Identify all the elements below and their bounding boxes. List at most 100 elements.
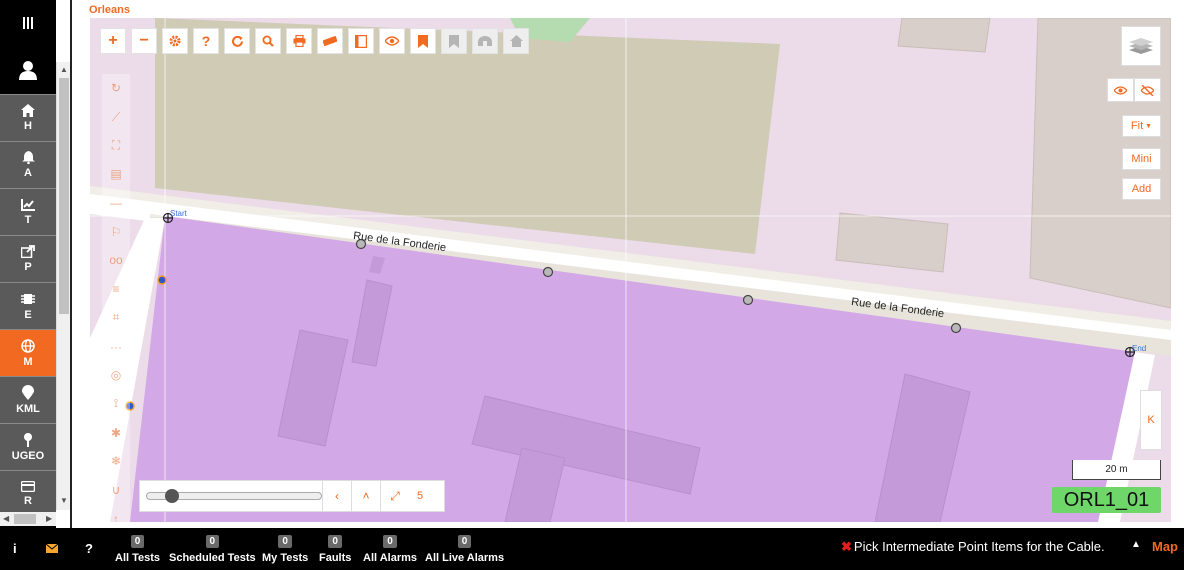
layers-button[interactable] bbox=[1121, 26, 1161, 66]
counter-label: My Tests bbox=[262, 552, 309, 564]
map-background bbox=[90, 18, 1171, 522]
search-icon bbox=[262, 35, 274, 47]
zoom-slider[interactable] bbox=[146, 489, 322, 503]
hide-button[interactable] bbox=[1134, 78, 1161, 102]
counter-label: Scheduled Tests bbox=[169, 552, 256, 564]
fit-button[interactable]: Fit ▼ bbox=[1122, 115, 1161, 137]
scroll-down-icon[interactable]: ▼ bbox=[60, 496, 68, 505]
search-button[interactable] bbox=[255, 28, 281, 54]
target-tool[interactable]: ◎ bbox=[102, 361, 130, 390]
print-button[interactable] bbox=[286, 28, 312, 54]
antenna-tool[interactable]: ⟟ bbox=[102, 390, 130, 419]
menu-icon[interactable] bbox=[0, 0, 56, 46]
house-button[interactable] bbox=[503, 28, 529, 54]
scheduled-tests-counter[interactable]: 0 Scheduled Tests bbox=[169, 535, 256, 564]
tunnel-button[interactable] bbox=[472, 28, 498, 54]
caret-up-icon[interactable]: ▲ bbox=[1131, 539, 1141, 550]
zoom-in-button[interactable]: + bbox=[100, 28, 126, 54]
all-tests-counter[interactable]: 0 All Tests bbox=[115, 535, 160, 564]
faults-counter[interactable]: 0 Faults bbox=[319, 535, 351, 564]
bookmark-icon bbox=[449, 34, 459, 48]
end-label: End bbox=[1132, 344, 1147, 353]
sidebar-item-m[interactable]: M bbox=[0, 329, 56, 376]
expand-button[interactable]: ⤢ bbox=[380, 481, 409, 511]
tunnel-icon bbox=[478, 36, 492, 46]
line-icon: — bbox=[110, 196, 122, 211]
sidebar-vertical-scrollbar[interactable]: ▲ ▼ bbox=[56, 62, 70, 510]
prev-button[interactable]: ‹ bbox=[322, 481, 351, 511]
help-button[interactable]: ? bbox=[193, 28, 219, 54]
target-icon: ◎ bbox=[110, 368, 122, 383]
k-button[interactable]: K bbox=[1140, 390, 1162, 450]
scroll-right-icon[interactable]: ▶ bbox=[46, 514, 52, 523]
info-icon[interactable]: i bbox=[13, 541, 17, 556]
sidebar-item-kml[interactable]: KML bbox=[0, 376, 56, 423]
frame-tool[interactable]: ⌗ bbox=[102, 304, 130, 333]
expand-tool[interactable]: ⛶ bbox=[102, 131, 130, 160]
asterisk-tool[interactable]: ✱ bbox=[102, 418, 130, 447]
up-button[interactable]: ˄ bbox=[351, 481, 380, 511]
sidebar-horizontal-scrollbar[interactable]: ◀ ▶ bbox=[0, 512, 56, 526]
visibility-toggle bbox=[1107, 78, 1161, 102]
voicemail-tool[interactable]: oo bbox=[102, 246, 130, 275]
sidebar-item-label: T bbox=[24, 213, 32, 226]
close-icon[interactable]: ✖ bbox=[841, 539, 852, 554]
chevron-up-icon: ˄ bbox=[362, 489, 370, 503]
scrollbar-thumb[interactable] bbox=[59, 78, 69, 314]
scroll-left-icon[interactable]: ◀ bbox=[3, 514, 9, 523]
bookmark-button[interactable] bbox=[410, 28, 436, 54]
line-tool[interactable]: — bbox=[102, 189, 130, 218]
refresh-button[interactable] bbox=[224, 28, 250, 54]
measure-button[interactable] bbox=[317, 28, 343, 54]
split-tool[interactable]: ≡ bbox=[102, 275, 130, 304]
user-icon[interactable] bbox=[0, 46, 56, 94]
slider-count: 5 bbox=[417, 490, 424, 502]
bookmark-disabled-button[interactable] bbox=[441, 28, 467, 54]
divider bbox=[70, 0, 72, 528]
table-tool[interactable]: ▤ bbox=[102, 160, 130, 189]
start-label: Start bbox=[170, 209, 187, 218]
slider-thumb[interactable] bbox=[165, 489, 179, 503]
mini-button[interactable]: Mini bbox=[1122, 148, 1161, 170]
mail-icon[interactable] bbox=[45, 541, 59, 556]
sidebar-item-r[interactable]: R bbox=[0, 470, 56, 512]
flag-tool[interactable]: ⚐ bbox=[102, 217, 130, 246]
add-button[interactable]: Add bbox=[1122, 178, 1161, 200]
map-link[interactable]: Map bbox=[1152, 539, 1178, 554]
caret-down-icon: ▼ bbox=[1145, 122, 1153, 130]
book-button[interactable] bbox=[348, 28, 374, 54]
help-icon: ? bbox=[201, 33, 211, 49]
print-icon bbox=[293, 35, 305, 47]
sidebar-item-e[interactable]: E bbox=[0, 282, 56, 329]
my-tests-counter[interactable]: 0 My Tests bbox=[262, 535, 308, 564]
snowflake-tool[interactable]: ❄ bbox=[102, 447, 130, 476]
sidebar-item-a[interactable]: A bbox=[0, 141, 56, 188]
chart-icon bbox=[21, 198, 35, 211]
dots-tool[interactable]: ··· bbox=[102, 332, 130, 361]
settings-button[interactable] bbox=[162, 28, 188, 54]
zoom-out-button[interactable]: − bbox=[131, 28, 157, 54]
page-title: Orleans bbox=[89, 4, 130, 16]
magnet-icon: ∪ bbox=[111, 482, 121, 497]
globe-icon bbox=[21, 338, 35, 353]
sidebar-item-p[interactable]: P bbox=[0, 235, 56, 282]
all-live-alarms-counter[interactable]: 0 All Live Alarms bbox=[425, 535, 504, 564]
help-icon[interactable]: ? bbox=[85, 541, 93, 556]
redo-tool[interactable]: ↻ bbox=[102, 74, 130, 103]
scroll-up-icon[interactable]: ▲ bbox=[60, 65, 68, 74]
scrollbar-thumb[interactable] bbox=[14, 514, 36, 524]
all-alarms-counter[interactable]: 0 All Alarms bbox=[363, 535, 417, 564]
map-canvas[interactable]: Start End Rue de la Fonderie Rue de la F… bbox=[90, 18, 1171, 522]
up-tool[interactable]: ↑ bbox=[102, 504, 130, 522]
sidebar-item-ugeo[interactable]: UGEO bbox=[0, 423, 56, 470]
link-tool[interactable]: ⟋ bbox=[102, 103, 130, 132]
sidebar-item-h[interactable]: H bbox=[0, 94, 56, 141]
view-button[interactable] bbox=[379, 28, 405, 54]
dots-icon: ··· bbox=[110, 339, 122, 354]
show-button[interactable] bbox=[1107, 78, 1134, 102]
split-icon: ≡ bbox=[112, 282, 120, 297]
sidebar-item-t[interactable]: T bbox=[0, 188, 56, 235]
map-toolbar: + − ? bbox=[100, 28, 529, 54]
magnet-tool[interactable]: ∪ bbox=[102, 476, 130, 505]
count-badge: 0 bbox=[383, 535, 397, 548]
